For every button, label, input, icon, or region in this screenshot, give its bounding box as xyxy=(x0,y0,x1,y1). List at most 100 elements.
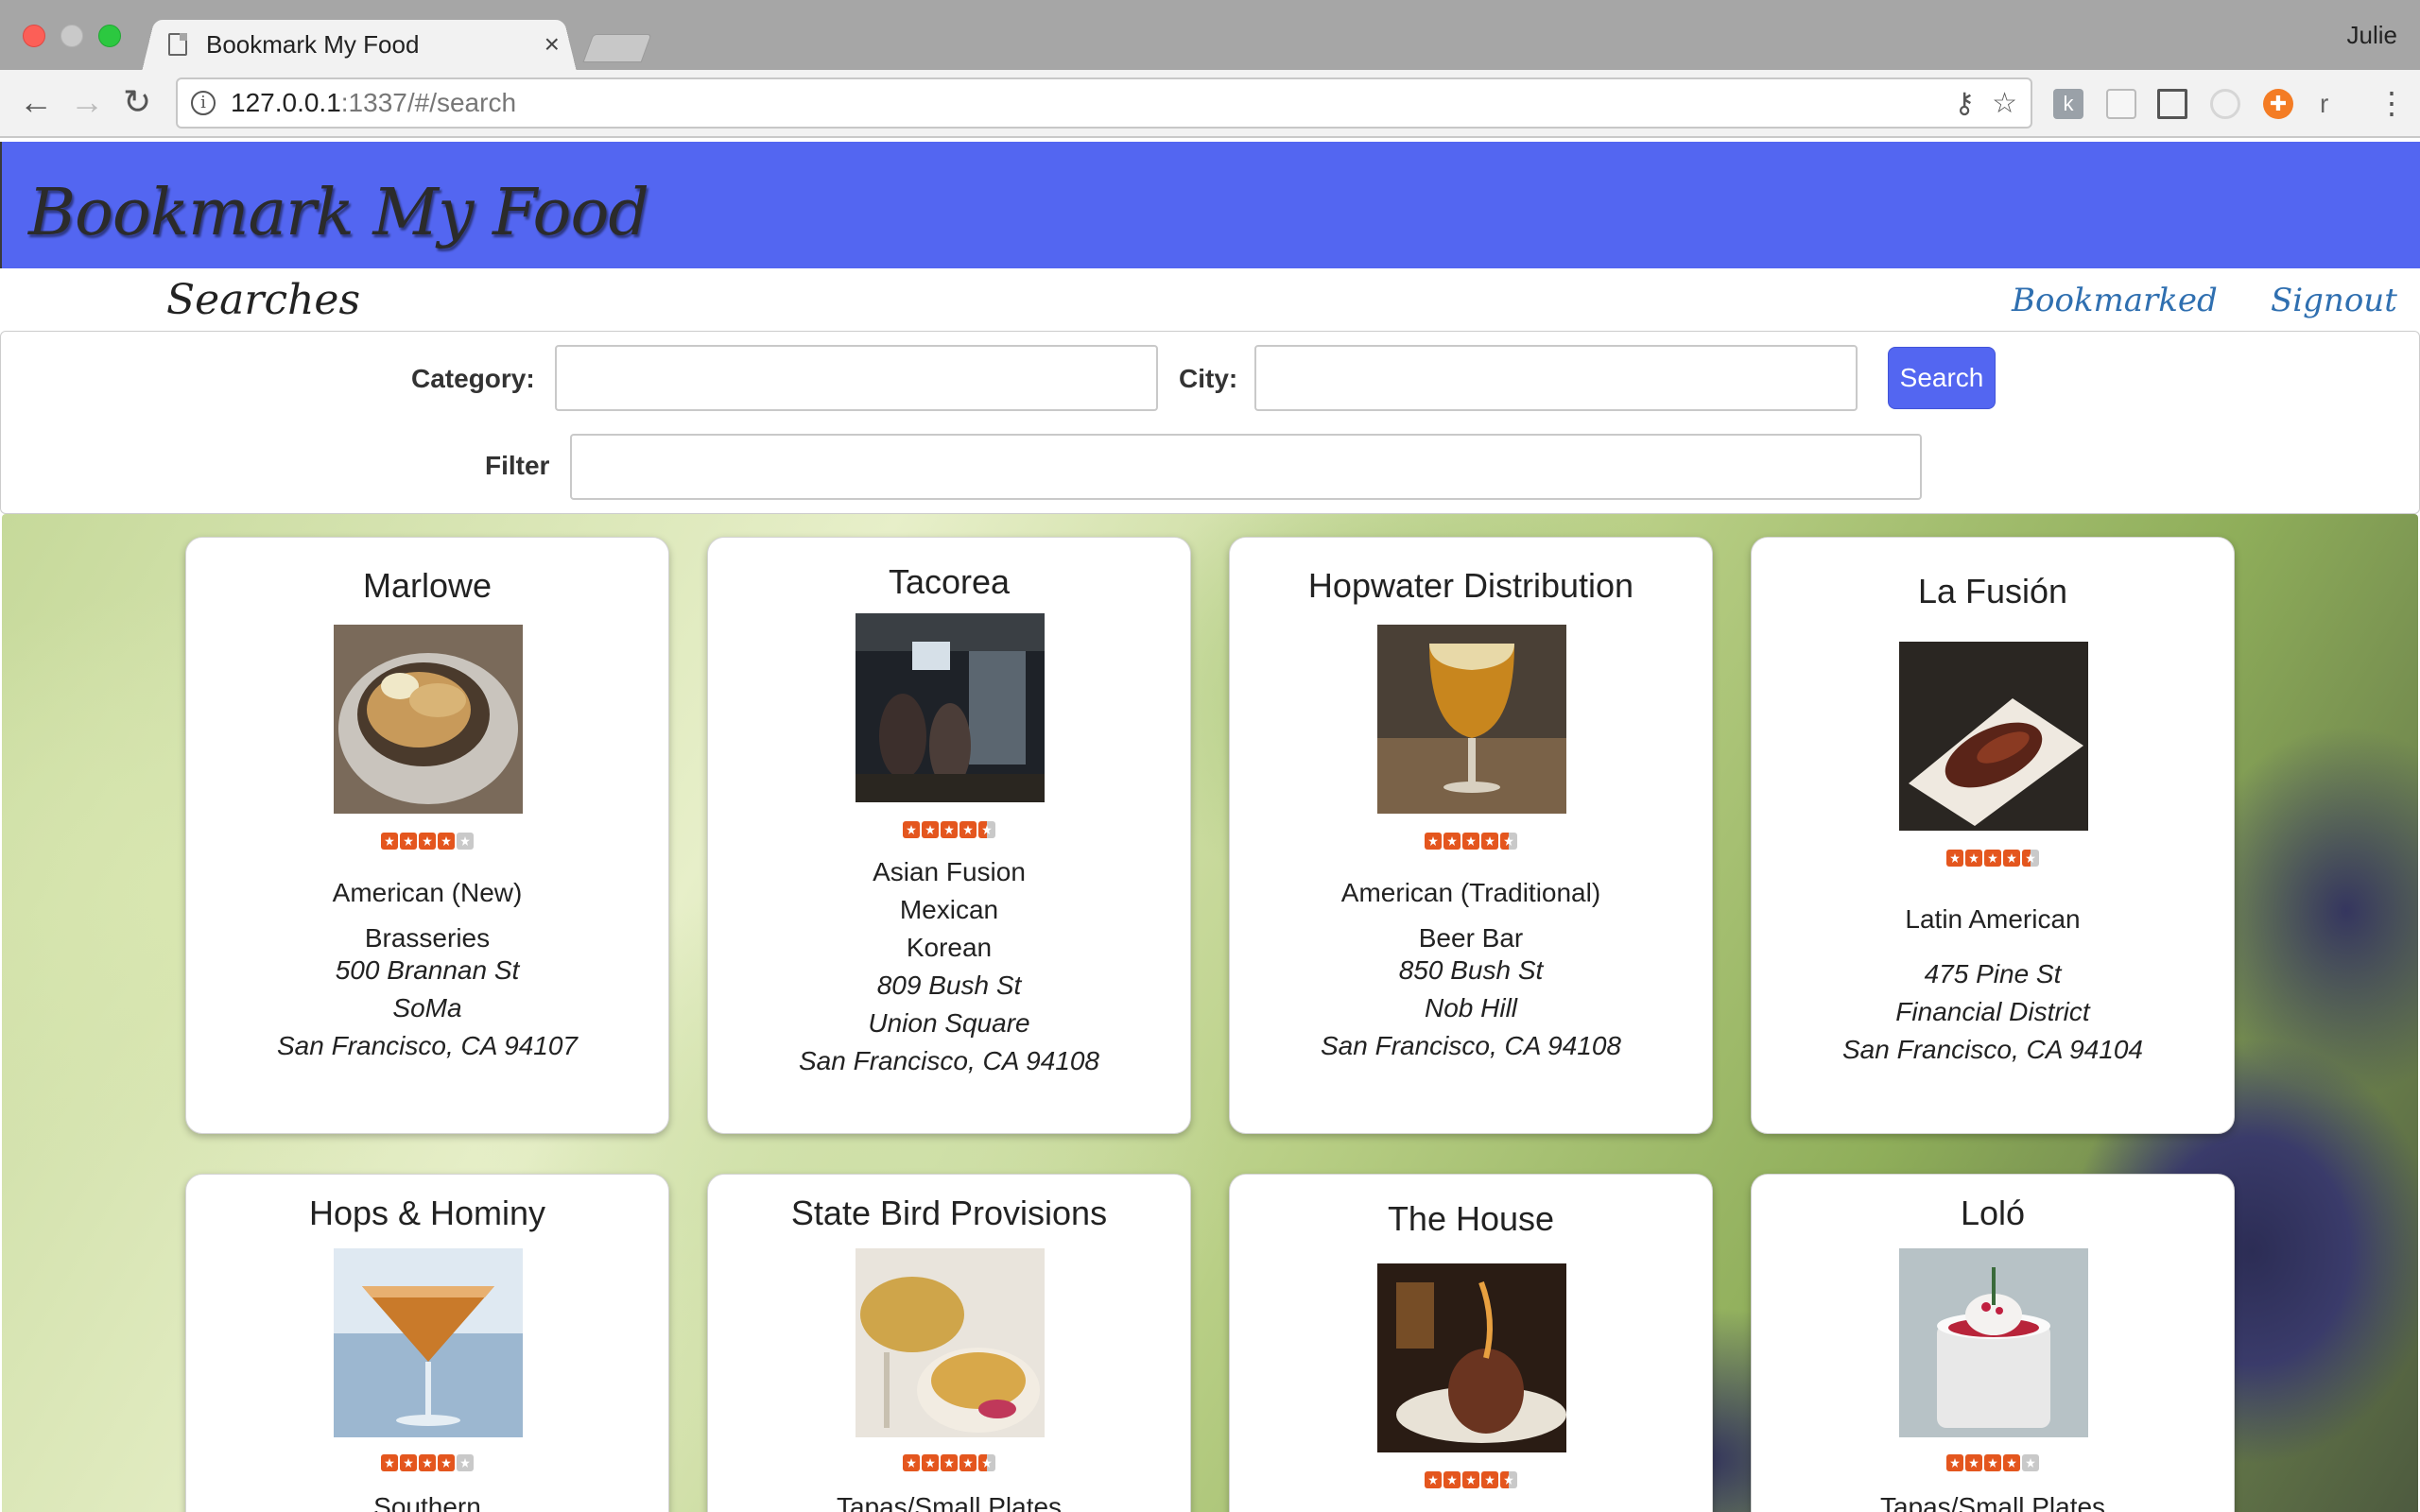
page-title: Searches xyxy=(166,276,361,324)
star-rating xyxy=(381,833,475,851)
profile-name[interactable]: Julie xyxy=(2347,21,2397,50)
url-host: 127.0.0.1 xyxy=(231,88,341,117)
address-neighborhood: Nob Hill xyxy=(1424,993,1518,1022)
extension-r-icon[interactable]: r xyxy=(2320,89,2350,119)
restaurant-name: Hops & Hominy xyxy=(308,1194,546,1232)
app-header: Bookmark My Food xyxy=(0,142,2420,268)
restaurant-card[interactable]: State Bird Provisions Tapas/Small Plates xyxy=(707,1174,1191,1512)
address: 850 Bush St Nob Hill San Francisco, CA 9… xyxy=(1230,952,1712,1065)
tab-content: Bookmark My Food × xyxy=(168,21,565,68)
restaurant-card[interactable]: La Fusión Latin American 475 Pine St Fin… xyxy=(1751,537,2235,1134)
address-city: San Francisco, CA 94104 xyxy=(1841,1035,2144,1064)
window-minimize-button[interactable] xyxy=(60,25,83,47)
restaurant-card[interactable]: Loló Tapas/Small Plates xyxy=(1751,1174,2235,1512)
restaurant-photo[interactable] xyxy=(856,613,1045,802)
restaurant-card[interactable]: Tacorea Asian Fusion Mexican Korean 809 … xyxy=(707,537,1191,1134)
cast-icon[interactable] xyxy=(2157,89,2187,119)
key-icon[interactable]: ⚷ xyxy=(1954,87,1975,120)
restaurant-card[interactable]: Hops & Hominy Southern xyxy=(185,1174,669,1512)
star-rating xyxy=(1946,850,2041,868)
restaurant-card[interactable]: Hopwater Distribution American (Traditio… xyxy=(1229,537,1713,1134)
address-street: 475 Pine St xyxy=(1924,959,2062,988)
category-list: American (New) Brasseries xyxy=(186,870,668,961)
restaurant-name: The House xyxy=(1387,1199,1555,1238)
back-arrow-icon[interactable]: ← xyxy=(19,85,53,119)
address: 809 Bush St Union Square San Francisco, … xyxy=(708,967,1190,1080)
star-rating xyxy=(381,1454,475,1473)
url-path: :1337/#/search xyxy=(340,88,517,117)
address-neighborhood: SoMa xyxy=(392,993,462,1022)
browser-toolbar: ← → ↻ i 127.0.0.1:1337/#/search ⚷ ☆ k ✚ … xyxy=(0,70,2420,138)
category-item: Tapas/Small Plates xyxy=(1879,1492,2106,1512)
new-tab-button[interactable] xyxy=(582,34,652,62)
browser-titlebar: Bookmark My Food × Julie xyxy=(0,0,2420,73)
filter-input[interactable] xyxy=(570,434,1922,500)
category-list: Latin American xyxy=(1752,897,2234,942)
restaurant-photo[interactable] xyxy=(334,1248,523,1437)
extension-circle-icon[interactable] xyxy=(2210,89,2240,119)
category-item: Southern xyxy=(373,1492,481,1512)
city-input[interactable] xyxy=(1254,345,1858,411)
address-neighborhood: Union Square xyxy=(868,1008,1030,1038)
restaurant-photo[interactable] xyxy=(1899,642,2088,831)
restaurant-photo[interactable] xyxy=(334,625,523,814)
restaurant-name: State Bird Provisions xyxy=(790,1194,1108,1232)
address-bar[interactable]: i 127.0.0.1:1337/#/search ⚷ ☆ xyxy=(176,77,2032,129)
window-close-button[interactable] xyxy=(23,25,45,47)
info-icon[interactable]: i xyxy=(191,91,216,115)
category-item: American (New) xyxy=(332,878,523,907)
kebab-menu-icon[interactable]: ⋮ xyxy=(2377,85,2407,121)
sub-navigation: Searches Bookmarked Signout xyxy=(0,268,2420,329)
restaurant-name: Marlowe xyxy=(362,566,493,605)
restaurant-name: Hopwater Distribution xyxy=(1307,566,1634,605)
category-item: Asian Fusion xyxy=(873,857,1026,886)
category-item: Mexican xyxy=(899,895,999,924)
reload-icon[interactable]: ↻ xyxy=(123,85,151,119)
address-street: 850 Bush St xyxy=(1398,955,1544,985)
category-input[interactable] xyxy=(555,345,1158,411)
category-item: Tapas/Small Plates xyxy=(836,1492,1063,1512)
restaurant-name: La Fusión xyxy=(1917,572,2068,610)
restaurant-photo[interactable] xyxy=(1377,625,1566,814)
star-rating xyxy=(903,821,997,840)
category-item: Korean xyxy=(906,933,993,962)
address-city: San Francisco, CA 94108 xyxy=(1320,1031,1622,1060)
signout-link[interactable]: Signout xyxy=(2271,282,2397,319)
category-list: Tapas/Small Plates xyxy=(708,1485,1190,1512)
restaurant-photo[interactable] xyxy=(1899,1248,2088,1437)
star-rating xyxy=(1425,833,1519,851)
address-city: San Francisco, CA 94108 xyxy=(798,1046,1100,1075)
search-form: Category: City: Search Filter xyxy=(0,331,2420,514)
category-list: Tapas/Small Plates xyxy=(1752,1485,2234,1512)
category-item: American (Traditional) xyxy=(1340,878,1601,907)
restaurant-photo[interactable] xyxy=(856,1248,1045,1437)
bookmarked-link[interactable]: Bookmarked xyxy=(2012,282,2218,319)
window-maximize-button[interactable] xyxy=(98,25,121,47)
star-rating xyxy=(1946,1454,2041,1473)
extension-k-icon[interactable]: k xyxy=(2053,89,2083,119)
star-rating xyxy=(903,1454,997,1473)
forward-arrow-icon[interactable]: → xyxy=(70,85,104,119)
category-item: Latin American xyxy=(1905,904,2081,934)
restaurant-card[interactable]: The House xyxy=(1229,1174,1713,1512)
category-label: Category: xyxy=(411,364,535,393)
star-bookmark-icon[interactable]: ☆ xyxy=(1992,87,2017,120)
extension-card-icon[interactable] xyxy=(2106,89,2136,119)
restaurant-photo[interactable] xyxy=(1377,1263,1566,1452)
address-city: San Francisco, CA 94107 xyxy=(276,1031,579,1060)
brand-logo-text[interactable]: Bookmark My Food xyxy=(28,176,649,250)
address-street: 809 Bush St xyxy=(876,971,1022,1000)
page-document-icon xyxy=(168,33,187,56)
star-rating xyxy=(1425,1471,1519,1490)
category-list: American (Traditional) Beer Bar xyxy=(1230,870,1712,961)
address: 500 Brannan St SoMa San Francisco, CA 94… xyxy=(186,952,668,1065)
restaurant-name: Loló xyxy=(1960,1194,2026,1232)
address-neighborhood: Financial District xyxy=(1895,997,2090,1026)
tab-close-icon[interactable]: × xyxy=(544,29,560,60)
filter-label: Filter xyxy=(485,451,550,480)
search-button[interactable]: Search xyxy=(1888,347,1996,409)
restaurant-card[interactable]: Marlowe American (New) Brasseries 500 Br… xyxy=(185,537,669,1134)
category-list: Asian Fusion Mexican Korean xyxy=(708,853,1190,967)
extension-lifebuoy-icon[interactable]: ✚ xyxy=(2263,89,2293,119)
address: 475 Pine St Financial District San Franc… xyxy=(1752,955,2234,1069)
